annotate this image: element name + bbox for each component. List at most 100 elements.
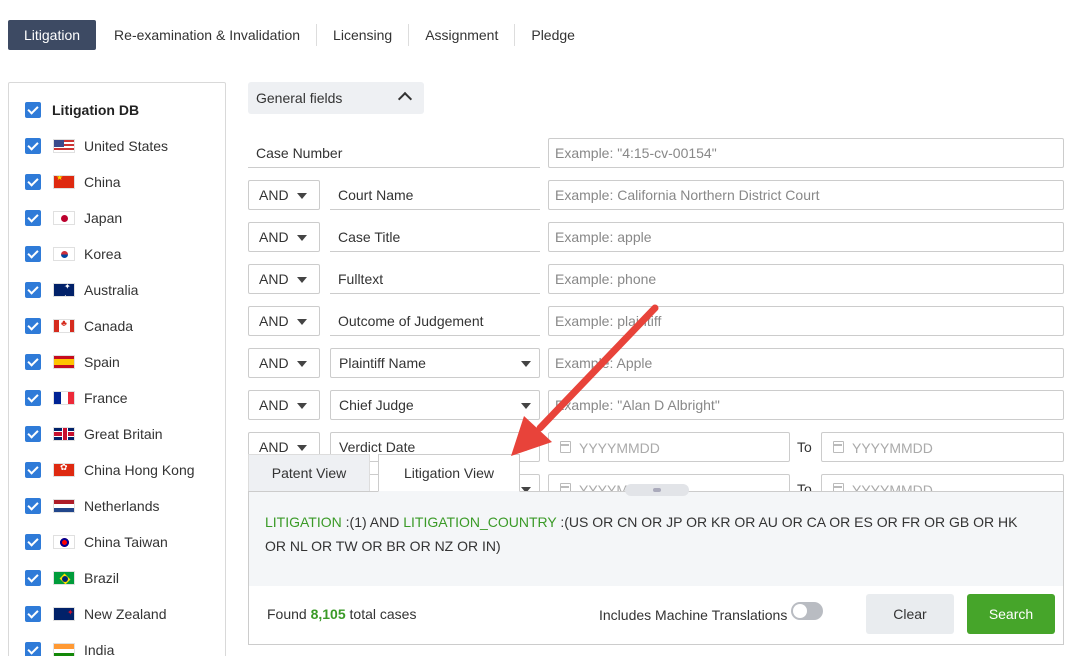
tab-litigation-view[interactable]: Litigation View: [378, 454, 520, 492]
sidebar-item-japan[interactable]: Japan: [25, 208, 122, 228]
tw-flag-icon: [53, 535, 75, 549]
court-name-input[interactable]: [548, 180, 1064, 210]
hk-flag-icon: [53, 463, 75, 477]
sidebar-item-united-states[interactable]: United States: [25, 136, 168, 156]
sidebar-item-canada[interactable]: Canada: [25, 316, 133, 336]
date-from-input[interactable]: YYYYMMDD: [548, 432, 790, 462]
sidebar-item-litigation-db[interactable]: Litigation DB: [25, 100, 139, 120]
chief-judge-input[interactable]: [548, 390, 1064, 420]
operator-select[interactable]: AND: [248, 348, 320, 378]
checkbox-checked-icon[interactable]: [25, 390, 41, 406]
sidebar-item-spain[interactable]: Spain: [25, 352, 120, 372]
top-tab-bar: Litigation Re-examination & Invalidation…: [8, 20, 591, 50]
tab-litigation[interactable]: Litigation: [8, 20, 96, 50]
fulltext-input[interactable]: [548, 264, 1064, 294]
query-footer: Found 8,105 total cases Includes Machine…: [249, 586, 1063, 644]
caret-down-icon: [297, 277, 307, 283]
checkbox-checked-icon[interactable]: [25, 642, 41, 656]
sidebar-item-australia[interactable]: Australia: [25, 280, 138, 300]
date-to-input[interactable]: YYYYMMDD: [821, 432, 1064, 462]
caret-down-icon: [297, 361, 307, 367]
checkbox-checked-icon[interactable]: [25, 462, 41, 478]
tab-reexamination-invalidation[interactable]: Re-examination & Invalidation: [98, 20, 316, 50]
sidebar-item-label: Brazil: [84, 570, 119, 586]
general-fields-toggle[interactable]: General fields: [248, 82, 424, 114]
nz-flag-icon: [53, 607, 75, 621]
case-title-input[interactable]: [548, 222, 1064, 252]
sidebar-item-korea[interactable]: Korea: [25, 244, 121, 264]
sidebar-item-new-zealand[interactable]: New Zealand: [25, 604, 167, 624]
operator-select[interactable]: AND: [248, 264, 320, 294]
sidebar-item-china-hong-kong[interactable]: China Hong Kong: [25, 460, 195, 480]
sidebar-item-label: Canada: [84, 318, 133, 334]
sidebar-item-china[interactable]: China: [25, 172, 121, 192]
tab-licensing[interactable]: Licensing: [317, 20, 408, 50]
resize-handle-icon[interactable]: [625, 484, 689, 496]
caret-down-icon: [297, 235, 307, 241]
query-view-tabs: Patent View Litigation View: [248, 454, 520, 492]
checkbox-checked-icon[interactable]: [25, 354, 41, 370]
query-keyword: LITIGATION_COUNTRY: [403, 514, 556, 530]
field-select-value: Verdict Date: [339, 439, 415, 455]
in-flag-icon: [53, 643, 75, 656]
operator-value: AND: [259, 313, 289, 329]
sidebar-item-india[interactable]: India: [25, 640, 114, 656]
tab-patent-view[interactable]: Patent View: [248, 454, 370, 492]
case-number-input[interactable]: [548, 138, 1064, 168]
checkbox-checked-icon[interactable]: [25, 282, 41, 298]
operator-value: AND: [259, 271, 289, 287]
sidebar-item-netherlands[interactable]: Netherlands: [25, 496, 160, 516]
checkbox-checked-icon[interactable]: [25, 210, 41, 226]
sidebar-item-label: India: [84, 642, 114, 656]
sidebar-item-great-britain[interactable]: Great Britain: [25, 424, 163, 444]
sidebar-item-label: New Zealand: [84, 606, 167, 622]
checkbox-checked-icon[interactable]: [25, 570, 41, 586]
operator-select[interactable]: AND: [248, 390, 320, 420]
au-flag-icon: [53, 283, 75, 297]
sidebar-item-label: Spain: [84, 354, 120, 370]
tab-pledge[interactable]: Pledge: [515, 20, 591, 50]
outcome-of-judgement-input[interactable]: [548, 306, 1064, 336]
caret-down-icon: [521, 361, 531, 367]
sidebar-item-brazil[interactable]: Brazil: [25, 568, 119, 588]
clear-button[interactable]: Clear: [866, 594, 954, 634]
sidebar-item-label: United States: [84, 138, 168, 154]
checkbox-checked-icon[interactable]: [25, 318, 41, 334]
checkbox-checked-icon[interactable]: [25, 426, 41, 442]
operator-select[interactable]: AND: [248, 180, 320, 210]
checkbox-checked-icon[interactable]: [25, 498, 41, 514]
field-select-plaintiff-name[interactable]: Plaintiff Name: [330, 348, 540, 378]
sidebar-item-label: China: [84, 174, 121, 190]
sidebar-item-label: China Taiwan: [84, 534, 168, 550]
search-button[interactable]: Search: [967, 594, 1055, 634]
sidebar-item-label: Australia: [84, 282, 138, 298]
machine-translations-toggle[interactable]: [791, 602, 823, 620]
us-flag-icon: [53, 139, 75, 153]
checkbox-checked-icon[interactable]: [25, 174, 41, 190]
machine-translations-label: Includes Machine Translations: [599, 607, 787, 623]
checkbox-checked-icon[interactable]: [25, 138, 41, 154]
caret-down-icon: [297, 403, 307, 409]
sidebar-item-france[interactable]: France: [25, 388, 128, 408]
operator-select[interactable]: AND: [248, 222, 320, 252]
caret-down-icon: [521, 445, 531, 451]
calendar-icon: [560, 441, 571, 453]
plaintiff-name-input[interactable]: [548, 348, 1064, 378]
operator-value: AND: [259, 187, 289, 203]
checkbox-checked-icon[interactable]: [25, 102, 41, 118]
query-panel: LITIGATION :(1) AND LITIGATION_COUNTRY :…: [248, 491, 1064, 645]
sidebar-item-china-taiwan[interactable]: China Taiwan: [25, 532, 168, 552]
result-count: Found 8,105 total cases: [267, 606, 416, 622]
sidebar-item-label: Netherlands: [84, 498, 160, 514]
operator-select[interactable]: AND: [248, 306, 320, 336]
checkbox-checked-icon[interactable]: [25, 246, 41, 262]
field-select-chief-judge[interactable]: Chief Judge: [330, 390, 540, 420]
gb-flag-icon: [53, 427, 75, 441]
operator-value: AND: [259, 397, 289, 413]
tab-assignment[interactable]: Assignment: [409, 20, 514, 50]
court-name-label: Court Name: [330, 180, 540, 210]
query-expression: LITIGATION :(1) AND LITIGATION_COUNTRY :…: [265, 510, 1033, 558]
checkbox-checked-icon[interactable]: [25, 606, 41, 622]
checkbox-checked-icon[interactable]: [25, 534, 41, 550]
sidebar-item-label: Japan: [84, 210, 122, 226]
